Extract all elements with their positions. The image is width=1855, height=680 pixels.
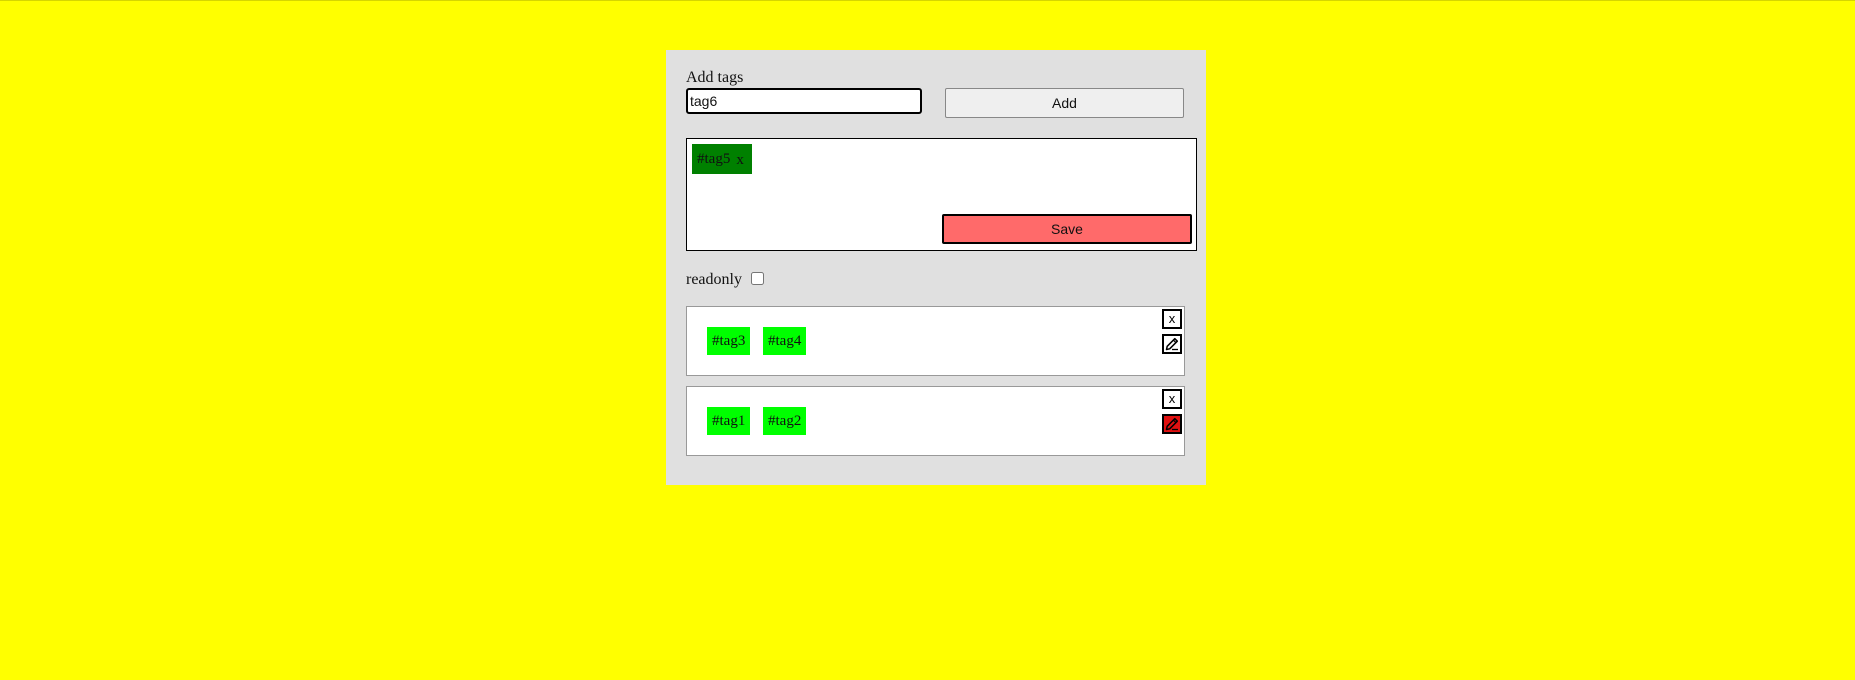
save-button[interactable]: Save [942, 214, 1192, 244]
saved-tag-chip: #tag1 [707, 407, 751, 435]
editing-tag-chip: #tag5 x [692, 144, 752, 174]
saved-tag-chip: #tag2 [763, 407, 807, 435]
pencil-icon [1165, 337, 1179, 351]
saved-tag-row: #tag3 #tag4 x [686, 306, 1185, 376]
tag-input[interactable] [686, 88, 922, 114]
pencil-icon [1165, 417, 1179, 431]
edit-row-button[interactable] [1162, 334, 1182, 354]
delete-row-button[interactable]: x [1162, 389, 1182, 409]
page-top-border [0, 0, 1855, 1]
add-tags-label: Add tags [686, 69, 744, 86]
editing-tag-text: #tag5 [697, 150, 731, 167]
tag-editor-box: #tag5 x Save [686, 138, 1197, 251]
readonly-label: readonly [686, 271, 742, 288]
readonly-checkbox[interactable] [750, 272, 764, 285]
saved-tag-chip: #tag4 [763, 327, 807, 355]
tag-editor-panel: Add tags Add #tag5 x Save readonly #tag3… [666, 50, 1206, 485]
add-button[interactable]: Add [945, 88, 1184, 118]
edit-row-button-active[interactable] [1162, 414, 1182, 434]
readonly-option: readonly [686, 271, 764, 289]
delete-row-button[interactable]: x [1162, 309, 1182, 329]
saved-tag-row: #tag1 #tag2 x [686, 386, 1185, 456]
remove-tag-button[interactable]: x [736, 144, 744, 174]
saved-tag-chip: #tag3 [707, 327, 751, 355]
